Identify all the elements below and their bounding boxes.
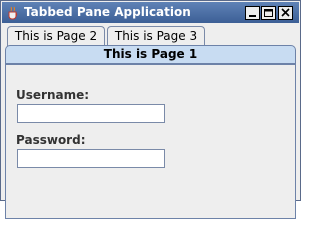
window-title: Tabbed Pane Application (24, 5, 191, 19)
tabbed-pane: This is Page 2 This is Page 3 This is Pa… (5, 26, 296, 219)
close-button[interactable] (278, 6, 293, 20)
maximize-icon (264, 9, 273, 17)
username-label: Username: (16, 88, 90, 102)
tab-page-1[interactable]: This is Page 1 (5, 45, 296, 63)
tab-page-2[interactable]: This is Page 2 (7, 26, 105, 46)
java-cup-icon (6, 5, 20, 20)
close-icon (281, 8, 290, 17)
tab-content-panel: Username: Password: (5, 63, 296, 219)
title-bar[interactable]: Tabbed Pane Application (2, 2, 299, 23)
password-field[interactable] (17, 149, 165, 168)
application-window: Tabbed Pane Application This is Page 2 T… (0, 0, 301, 219)
tab-page-3[interactable]: This is Page 3 (107, 26, 205, 46)
minimize-button[interactable] (245, 6, 260, 20)
username-field[interactable] (17, 104, 165, 123)
minimize-icon (249, 15, 256, 17)
password-label: Password: (16, 133, 86, 147)
maximize-button[interactable] (261, 6, 276, 20)
